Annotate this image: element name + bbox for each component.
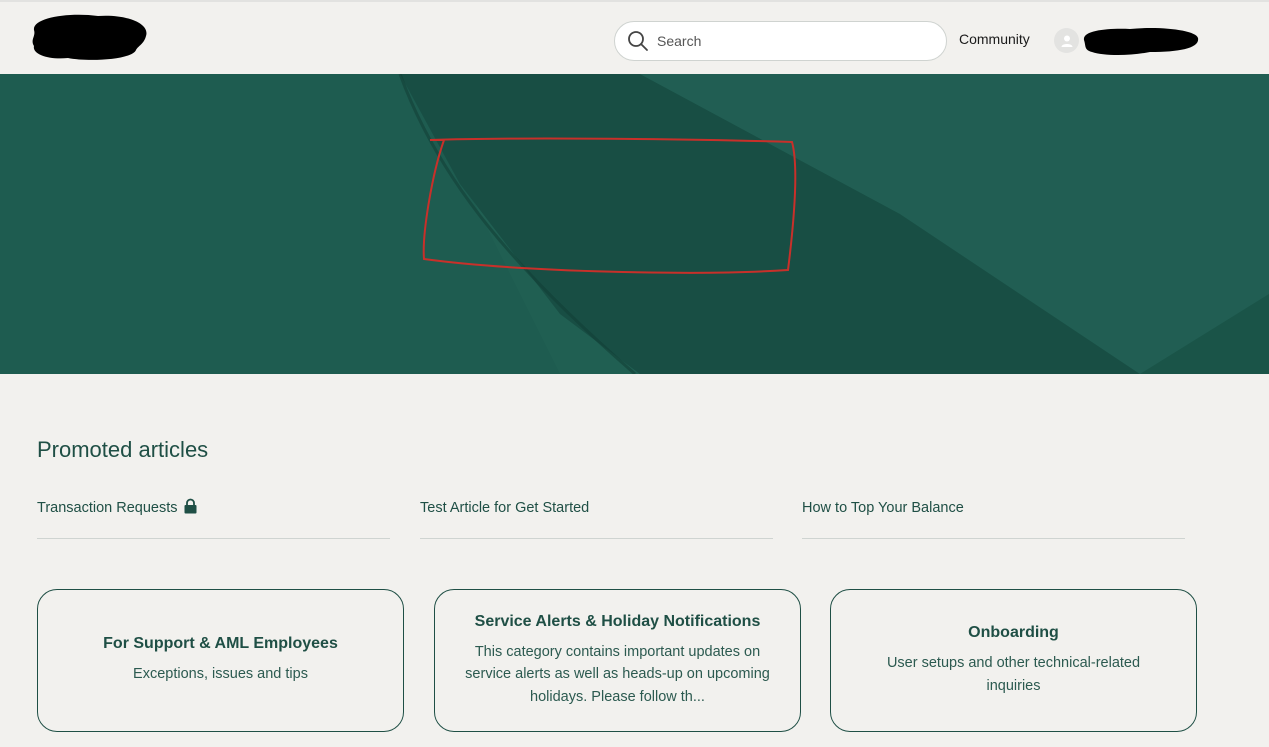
promoted-article-link[interactable]: Test Article for Get Started: [420, 500, 773, 539]
lock-icon: [184, 498, 197, 514]
hero-banner: [0, 74, 1269, 374]
category-card[interactable]: For Support & AML Employees Exceptions, …: [37, 589, 404, 732]
redacted-username[interactable]: [1080, 22, 1200, 60]
promoted-article-link[interactable]: Transaction Requests: [37, 498, 390, 539]
article-label: Test Article for Get Started: [420, 500, 590, 516]
search-icon: [628, 31, 648, 51]
promoted-articles-title: Promoted articles: [37, 437, 209, 462]
category-card[interactable]: Service Alerts & Holiday Notifications T…: [434, 589, 801, 732]
category-description: User setups and other technical-related …: [886, 655, 1141, 694]
avatar[interactable]: [1054, 28, 1079, 53]
avatar-icon: [1061, 35, 1072, 47]
hero-background: [0, 74, 1269, 374]
redacted-logo[interactable]: [28, 10, 148, 60]
category-title: Onboarding: [968, 624, 1059, 641]
category-description: Exceptions, issues and tips: [133, 666, 308, 683]
category-card[interactable]: Onboarding User setups and other technic…: [830, 589, 1197, 732]
category-title: For Support & AML Employees: [103, 635, 338, 653]
category-description: This category contains important updates…: [465, 643, 770, 705]
search-input[interactable]: [657, 33, 917, 49]
article-label: How to Top Your Balance: [802, 500, 964, 516]
site-header: Community: [0, 0, 1269, 74]
search-bar[interactable]: [614, 21, 947, 61]
promoted-article-link[interactable]: How to Top Your Balance: [802, 500, 1185, 539]
community-link[interactable]: Community: [959, 31, 1030, 47]
category-title: Service Alerts & Holiday Notifications: [474, 612, 761, 630]
article-label: Transaction Requests: [37, 500, 178, 516]
